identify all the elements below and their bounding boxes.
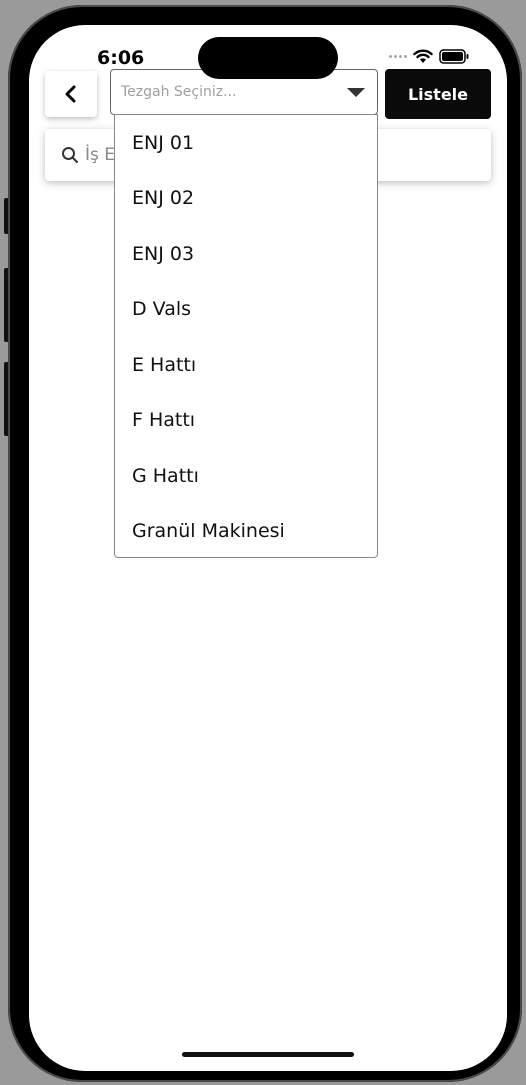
status-time: 6:06 — [97, 47, 145, 69]
dropdown-option[interactable]: Granül Makinesi — [115, 504, 377, 560]
chevron-left-icon — [65, 85, 76, 103]
signal-icon — [389, 55, 407, 58]
dropdown-option[interactable]: ENJ 02 — [115, 171, 377, 227]
dropdown-option[interactable]: E Hattı — [115, 337, 377, 393]
battery-icon — [439, 49, 469, 64]
caret-down-icon — [347, 87, 365, 97]
search-icon — [62, 147, 78, 163]
dropdown-option[interactable]: G Hattı — [115, 448, 377, 504]
dropdown-option[interactable]: ENJ 03 — [115, 226, 377, 282]
dynamic-island — [198, 37, 338, 79]
dropdown-option[interactable]: ENJ 01 — [115, 115, 377, 171]
device-canvas: 6:06 Tezgah Seçiniz... Listele İş E ENJ … — [0, 0, 526, 1085]
list-button[interactable]: Listele — [385, 69, 491, 119]
app-screen: 6:06 Tezgah Seçiniz... Listele İş E ENJ … — [29, 25, 507, 1071]
home-indicator[interactable] — [182, 1052, 354, 1057]
status-icons — [389, 49, 469, 64]
machine-dropdown-list: ENJ 01 ENJ 02 ENJ 03 D Vals E Hattı F Ha… — [114, 114, 378, 558]
dropdown-option[interactable]: F Hattı — [115, 393, 377, 449]
search-placeholder: İş E — [85, 145, 116, 165]
dropdown-option[interactable]: D Vals — [115, 282, 377, 338]
machine-select-placeholder: Tezgah Seçiniz... — [121, 84, 237, 100]
back-button[interactable] — [45, 71, 97, 117]
wifi-icon — [413, 49, 433, 63]
phone-frame: 6:06 Tezgah Seçiniz... Listele İş E ENJ … — [8, 5, 522, 1082]
